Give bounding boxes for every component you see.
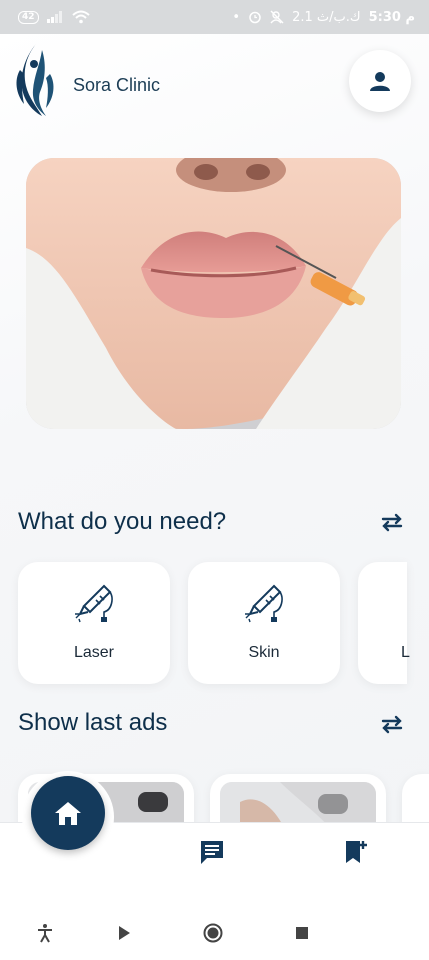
mute-icon [270,10,284,24]
system-navigation-bar [0,898,429,960]
sora-clinic-logo [16,44,54,116]
back-icon[interactable] [114,923,134,943]
what-do-you-need-heading: What do you need? [18,508,227,535]
battery-indicator: 42 [18,10,39,24]
signal-icon [46,11,62,23]
wifi-icon [71,10,90,24]
status-bar: 42 • 2.1 ك.ب/ث 5:30 م [0,0,429,34]
category-card-laser[interactable]: Laser [18,562,170,684]
recents-icon[interactable] [292,923,312,943]
app-screen: Sora Clinic What do you need? Laser Skin… [0,34,429,898]
dot-icon: • [232,9,241,25]
show-last-ads-heading: Show last ads [18,709,168,736]
swap-arrows-icon[interactable] [380,714,404,734]
hero-banner-image[interactable] [26,158,401,429]
laser-pen-icon [245,584,283,623]
accessibility-icon[interactable] [35,923,55,943]
header: Sora Clinic [0,34,429,134]
bookmark-add-icon[interactable] [342,838,370,866]
category-label: Skin [248,644,280,661]
swap-arrows-icon[interactable] [380,512,404,532]
person-icon [370,72,390,91]
home-button[interactable] [31,776,105,850]
clock: 5:30 م [368,9,415,25]
category-label: Laser [73,644,115,661]
laser-pen-icon [75,584,113,623]
lip-filler-illustration [26,158,401,429]
home-circle-icon[interactable] [203,923,223,943]
status-right: • 2.1 ك.ب/ث 5:30 م [232,10,415,25]
profile-button[interactable] [349,50,411,112]
category-label: L [401,644,410,661]
home-icon [55,802,81,825]
category-card-partial[interactable]: L [358,562,410,684]
clinic-name: Sora Clinic [73,75,161,95]
network-speed: 2.1 ك.ب/ث [292,9,361,25]
category-card-skin[interactable]: Skin [188,562,340,684]
status-left: 42 [18,10,91,24]
alarm-icon [249,11,261,24]
chat-icon[interactable] [198,838,226,866]
